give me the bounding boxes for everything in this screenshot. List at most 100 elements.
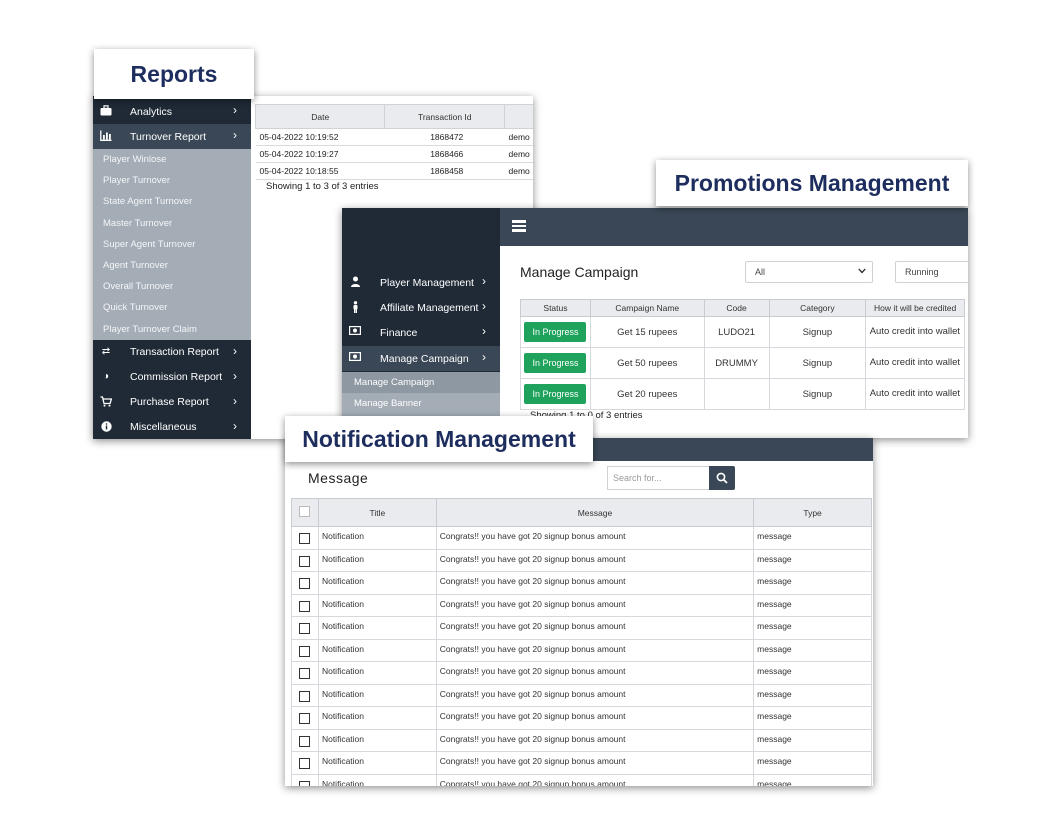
page-title: Message <box>308 470 369 486</box>
row-checkbox[interactable] <box>299 623 311 634</box>
select-all-checkbox[interactable] <box>299 506 311 517</box>
cart-icon <box>100 396 113 408</box>
table-row: 05-04-2022 10:19:52 1868472 demo <box>255 128 533 146</box>
status-badge: In Progress <box>524 322 587 342</box>
column-header: Transaction Id <box>384 104 506 129</box>
briefcase-icon <box>100 105 112 117</box>
reports-sidebar: Analytics › Turnover Report › Player Win… <box>93 96 251 439</box>
table-row: In Progress Get 20 rupees Signup Auto cr… <box>520 378 965 410</box>
table-row: Notification Congrats!! you have got 20 s… <box>291 638 872 662</box>
submenu-item[interactable]: Master Turnover <box>93 213 251 234</box>
sidebar-item-manage-campaign[interactable]: Manage Campaign › <box>342 346 500 371</box>
column-header: Date <box>254 104 386 129</box>
title-cell: Notification <box>317 683 437 707</box>
row-checkbox[interactable] <box>299 533 311 544</box>
transaction-id-cell: 1868472 <box>384 128 505 146</box>
row-checkbox[interactable] <box>299 758 311 769</box>
person-icon <box>349 301 361 313</box>
code-cell <box>703 378 770 410</box>
date-cell: 05-04-2022 10:19:52 <box>255 128 385 146</box>
chevron-right-icon: › <box>482 299 486 313</box>
sidebar-item-commission-report[interactable]: ◑ Commission Report › <box>93 365 251 390</box>
search-icon <box>716 472 728 484</box>
campaign-table: Status Campaign Name Code Category How i… <box>520 299 965 410</box>
sidebar-item-label: Transaction Report <box>130 346 219 359</box>
row-checkbox[interactable] <box>299 578 311 589</box>
submenu-item[interactable]: State Agent Turnover <box>93 191 251 212</box>
submenu-item[interactable]: Player Winlose <box>93 149 251 170</box>
type-cell: message <box>753 616 872 640</box>
title-cell: Notification <box>317 571 437 595</box>
chevron-right-icon: › <box>482 324 486 338</box>
row-checkbox[interactable] <box>299 645 311 657</box>
credit-cell: Auto credit into wallet <box>865 316 965 348</box>
submenu-item[interactable]: Super Agent Turnover <box>93 234 251 255</box>
hamburger-menu-icon[interactable] <box>512 220 526 232</box>
message-cell: Congrats!! you have got 20 signup bonus … <box>435 616 755 640</box>
status-badge: In Progress <box>524 353 587 373</box>
row-checkbox-cell <box>291 593 319 617</box>
column-header: Type <box>753 498 872 527</box>
sidebar-item-turnover-report[interactable]: Turnover Report › <box>93 124 251 149</box>
row-checkbox-cell <box>291 683 319 707</box>
bar-chart-icon <box>100 130 112 142</box>
campaign-name-cell: Get 50 rupees <box>589 347 705 379</box>
submenu-item[interactable]: Quick Turnover <box>93 297 251 318</box>
select-value: All <box>755 267 766 277</box>
sidebar-item-player-management[interactable]: Player Management › <box>342 270 500 295</box>
table-row: Notification Congrats!! you have got 20 s… <box>291 571 872 595</box>
user-cell: demo <box>504 128 533 146</box>
row-checkbox[interactable] <box>299 600 311 612</box>
column-header: Code <box>703 299 770 317</box>
chevron-right-icon: › <box>482 274 486 288</box>
transaction-id-cell: 1868458 <box>384 162 505 180</box>
row-checkbox[interactable] <box>299 690 311 702</box>
row-checkbox-cell <box>291 773 319 786</box>
type-cell: message <box>753 706 872 730</box>
sidebar-item-affiliate-management[interactable]: Affiliate Management › <box>342 295 500 320</box>
sidebar-item-label: Finance <box>380 326 418 339</box>
row-checkbox[interactable] <box>299 735 311 747</box>
type-cell: message <box>753 571 872 595</box>
code-cell: DRUMMY <box>703 347 770 379</box>
row-checkbox[interactable] <box>299 780 311 786</box>
status-badge: In Progress <box>524 384 587 404</box>
submenu-item[interactable]: Player Turnover <box>93 170 251 191</box>
search-input[interactable]: Search for... <box>607 466 710 490</box>
sidebar-item-miscellaneous[interactable]: Miscellaneous › <box>93 415 251 439</box>
column-header: Status <box>520 299 591 317</box>
category-filter-select[interactable]: All <box>745 261 873 283</box>
row-checkbox-cell <box>291 548 319 572</box>
message-cell: Congrats!! you have got 20 signup bonus … <box>435 661 755 685</box>
submenu-item[interactable]: Overall Turnover <box>93 276 251 297</box>
select-value: Running <box>905 267 939 277</box>
sidebar-item-transaction-report[interactable]: ⇄ Transaction Report › <box>93 340 251 365</box>
title-cell: Notification <box>317 751 437 775</box>
title-cell: Notification <box>317 526 437 550</box>
date-cell: 05-04-2022 10:19:27 <box>255 145 385 163</box>
sidebar-item-label: Purchase Report <box>130 396 209 409</box>
submenu-item[interactable]: Agent Turnover <box>93 255 251 276</box>
reports-caption: Reports <box>94 49 254 99</box>
sidebar-item-analytics[interactable]: Analytics › <box>93 99 251 124</box>
submenu-item[interactable]: Manage Campaign <box>342 372 500 393</box>
row-checkbox[interactable] <box>299 713 311 724</box>
promotions-caption: Promotions Management <box>656 160 968 206</box>
submenu-item[interactable]: Player Turnover Claim <box>93 319 251 340</box>
money-icon <box>349 326 362 338</box>
row-checkbox-cell <box>291 526 319 550</box>
search-button[interactable] <box>709 466 735 490</box>
row-checkbox[interactable] <box>299 668 311 679</box>
sidebar-item-finance[interactable]: Finance › <box>342 320 500 345</box>
sidebar-item-purchase-report[interactable]: Purchase Report › <box>93 390 251 415</box>
table-row: Notification Congrats!! you have got 20 s… <box>291 661 872 685</box>
row-checkbox-cell <box>291 616 319 640</box>
row-checkbox[interactable] <box>299 555 311 567</box>
table-row: Notification Congrats!! you have got 20 s… <box>291 593 872 617</box>
credit-cell: Auto credit into wallet <box>865 347 965 379</box>
status-filter-select[interactable]: Running <box>895 261 968 283</box>
submenu-item[interactable]: Manage Banner <box>342 393 500 414</box>
chevron-right-icon: › <box>233 343 237 358</box>
status-cell: In Progress <box>520 347 591 379</box>
table-row: Notification Congrats!! you have got 20 s… <box>291 773 872 786</box>
